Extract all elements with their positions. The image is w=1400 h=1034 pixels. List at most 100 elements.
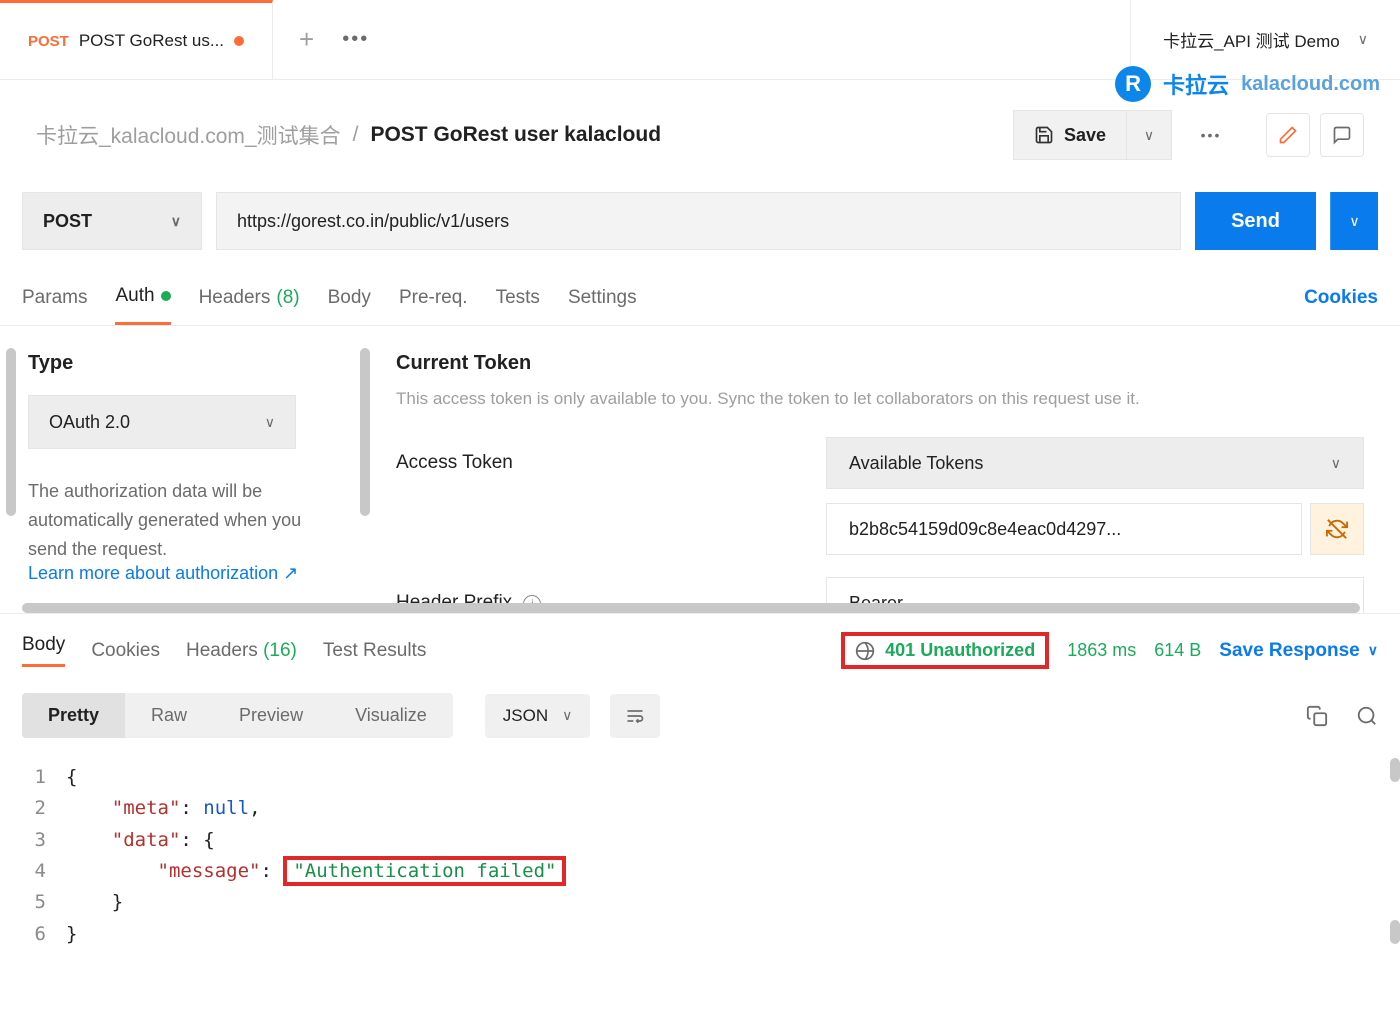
method-select[interactable]: POST ∨ [22, 192, 202, 250]
save-button[interactable]: Save [1013, 110, 1126, 160]
resp-tab-test-results[interactable]: Test Results [323, 640, 426, 662]
response-status: 401 Unauthorized [885, 640, 1035, 661]
auth-description: The authorization data will be automatic… [28, 477, 332, 563]
response-right-actions [1306, 705, 1378, 727]
response-tabs: Body Cookies Headers (16) Test Results 4… [0, 614, 1400, 679]
resp-tab-headers[interactable]: Headers (16) [186, 640, 297, 662]
wrap-icon [624, 706, 646, 726]
headers-count: (8) [276, 287, 299, 309]
code-line: { [66, 762, 77, 793]
copy-icon [1306, 705, 1328, 727]
comment-icon [1332, 125, 1352, 145]
cookies-link[interactable]: Cookies [1304, 287, 1378, 309]
tab-settings[interactable]: Settings [568, 270, 637, 325]
sync-off-icon [1326, 518, 1348, 540]
code-line: "message": "Authentication failed" [66, 856, 566, 887]
breadcrumb-collection[interactable]: 卡拉云_kalacloud.com_测试集合 [36, 120, 341, 150]
view-preview[interactable]: Preview [213, 693, 329, 738]
token-input[interactable]: b2b8c54159d09c8e4eac0d4297... [826, 503, 1302, 555]
url-input[interactable]: https://gorest.co.in/public/v1/users [216, 192, 1181, 250]
scrollbar[interactable] [1390, 920, 1400, 944]
available-tokens-select[interactable]: Available Tokens ∨ [826, 437, 1364, 489]
response-size: 614 B [1154, 640, 1201, 661]
send-button[interactable]: Send [1195, 192, 1316, 250]
copy-button[interactable] [1306, 705, 1328, 727]
auth-type-value: OAuth 2.0 [49, 412, 130, 433]
view-pretty[interactable]: Pretty [22, 693, 125, 738]
response-view-toolbar: Pretty Raw Preview Visualize JSON ∨ [0, 679, 1400, 752]
response-time: 1863 ms [1067, 640, 1136, 661]
code-line: } [66, 887, 123, 918]
unsaved-dot-icon [234, 36, 244, 46]
auth-learn-more-link[interactable]: Learn more about authorization ↗ [28, 563, 332, 584]
environment-name: 卡拉云_API 测试 Demo [1163, 27, 1340, 52]
scrollbar[interactable] [1390, 758, 1400, 782]
tab-actions: + ••• [273, 0, 395, 79]
status-dot-icon [161, 291, 171, 301]
more-actions[interactable]: ••• [1180, 110, 1242, 160]
chevron-down-icon: ∨ [1331, 455, 1341, 472]
tab-method-badge: POST [28, 33, 69, 50]
tab-params[interactable]: Params [22, 270, 87, 325]
tab-prereq[interactable]: Pre-req. [399, 270, 468, 325]
chevron-down-icon: ∨ [1349, 213, 1359, 230]
response-body[interactable]: 1{ 2 "meta": null, 3 "data": { 4 "messag… [0, 752, 1400, 960]
chevron-down-icon: ∨ [562, 707, 572, 724]
tab-headers[interactable]: Headers (8) [199, 270, 300, 325]
save-icon [1034, 125, 1054, 145]
current-token-heading: Current Token [396, 352, 1364, 375]
token-hint: This access token is only available to y… [396, 389, 1364, 409]
pencil-icon [1278, 125, 1298, 145]
sync-token-button[interactable] [1310, 503, 1364, 555]
globe-lock-icon [855, 641, 875, 661]
horizontal-scrollbar[interactable] [22, 603, 1360, 613]
resp-tab-body[interactable]: Body [22, 634, 65, 667]
comments-button[interactable] [1320, 113, 1364, 157]
url-bar: POST ∨ https://gorest.co.in/public/v1/us… [0, 180, 1400, 270]
method-value: POST [43, 211, 92, 232]
docs-button[interactable] [1266, 113, 1310, 157]
save-response-label: Save Response [1219, 640, 1359, 662]
logo-text-en: kalacloud.com [1241, 73, 1380, 96]
tab-title: POST GoRest us... [79, 31, 224, 51]
response-meta: 401 Unauthorized 1863 ms 614 B Save Resp… [841, 632, 1378, 669]
view-mode-group: Pretty Raw Preview Visualize [22, 693, 453, 738]
wrap-lines-button[interactable] [610, 694, 660, 738]
auth-right-column: Current Token This access token is only … [360, 326, 1400, 613]
resp-headers-label: Headers [186, 640, 258, 661]
chevron-down-icon: ∨ [265, 414, 275, 431]
auth-type-label: Type [28, 352, 332, 375]
more-icon: ••• [1201, 127, 1222, 143]
token-value: b2b8c54159d09c8e4eac0d4297... [849, 519, 1121, 540]
tab-body[interactable]: Body [328, 270, 371, 325]
tab-auth[interactable]: Auth [115, 270, 170, 325]
send-dropdown[interactable]: ∨ [1330, 192, 1378, 250]
search-icon [1356, 705, 1378, 727]
breadcrumb-sep: / [353, 123, 359, 147]
chevron-down-icon: ∨ [171, 213, 181, 230]
save-dropdown[interactable]: ∨ [1126, 110, 1172, 160]
logo-icon: R [1115, 66, 1151, 102]
logo-text-cn: 卡拉云 [1163, 68, 1229, 100]
status-highlight: 401 Unauthorized [841, 632, 1049, 669]
save-label: Save [1064, 125, 1106, 146]
divider-scrollbar[interactable] [360, 348, 370, 516]
available-tokens-label: Available Tokens [849, 453, 983, 474]
tab-tests[interactable]: Tests [496, 270, 540, 325]
format-select[interactable]: JSON ∨ [485, 694, 591, 738]
code-line: } [66, 919, 77, 950]
chevron-down-icon: ∨ [1358, 31, 1368, 48]
auth-type-select[interactable]: OAuth 2.0 ∨ [28, 395, 296, 449]
request-tabs: Params Auth Headers (8) Body Pre-req. Te… [0, 270, 1400, 326]
watermark: R 卡拉云 kalacloud.com [1115, 66, 1380, 102]
tab-overflow-icon[interactable]: ••• [342, 28, 369, 51]
code-line: "meta": null, [66, 793, 261, 824]
new-tab-icon[interactable]: + [299, 24, 314, 55]
view-visualize[interactable]: Visualize [329, 693, 453, 738]
chevron-down-icon: ∨ [1144, 127, 1154, 144]
search-button[interactable] [1356, 705, 1378, 727]
resp-tab-cookies[interactable]: Cookies [91, 640, 160, 662]
view-raw[interactable]: Raw [125, 693, 213, 738]
save-response-button[interactable]: Save Response ∨ [1219, 640, 1378, 662]
request-tab[interactable]: POST POST GoRest us... [0, 0, 273, 79]
